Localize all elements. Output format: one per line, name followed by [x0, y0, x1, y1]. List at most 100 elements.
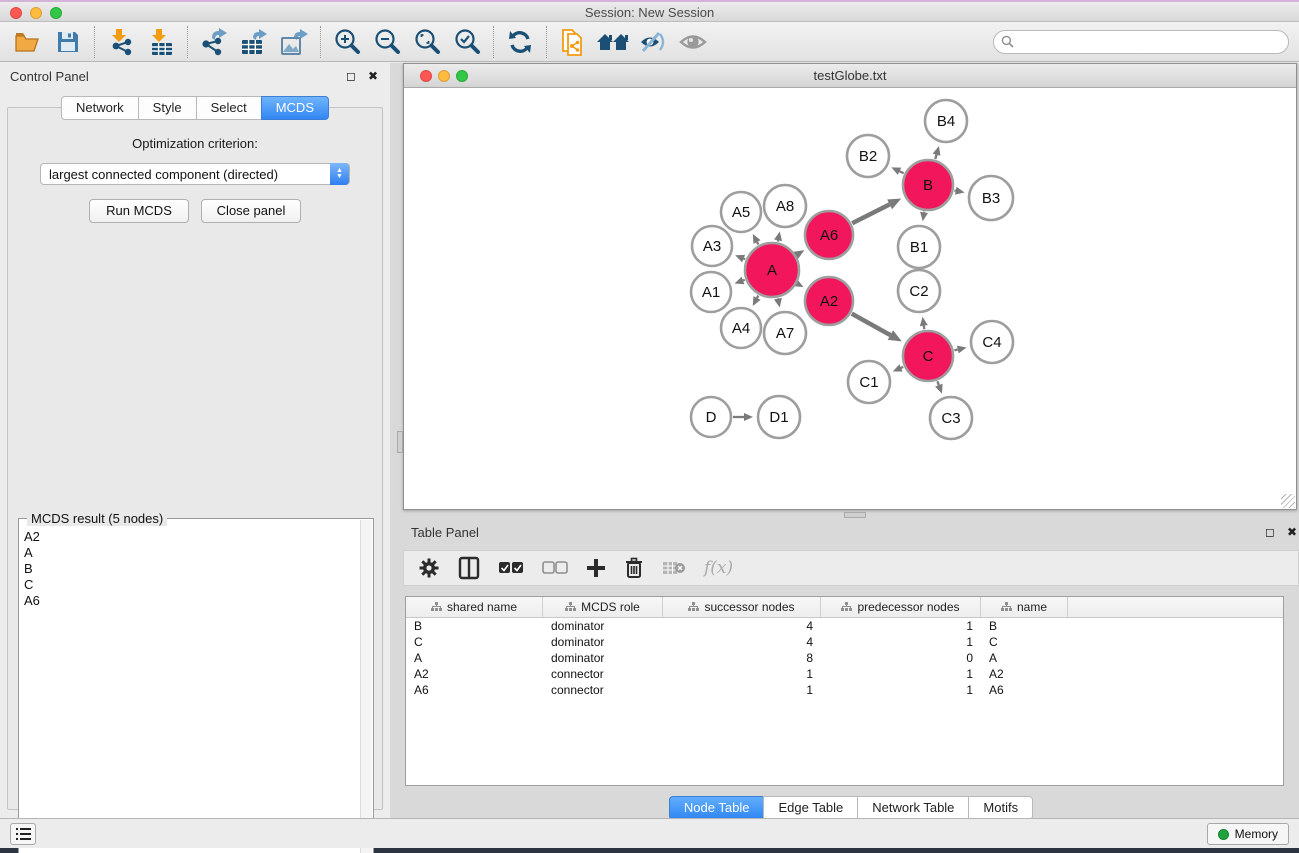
column-header-shared-name[interactable]: shared name [406, 597, 543, 617]
table-cell[interactable]: A [406, 651, 543, 665]
table-row[interactable]: Adominator80A [406, 650, 1283, 666]
graph-node-A3[interactable]: A3 [692, 226, 732, 266]
save-session-button[interactable] [48, 25, 88, 59]
tab-network[interactable]: Network [61, 96, 138, 120]
memory-button[interactable]: Memory [1207, 823, 1289, 845]
table-settings-button[interactable] [418, 553, 440, 583]
graph-node-D1[interactable]: D1 [758, 396, 800, 438]
delete-table-button[interactable] [662, 553, 686, 583]
table-cell[interactable]: 1 [821, 683, 981, 697]
tab-node-table[interactable]: Node Table [669, 796, 764, 820]
column-header-name[interactable]: name [981, 597, 1068, 617]
unselect-all-button[interactable] [542, 553, 568, 583]
tab-style[interactable]: Style [138, 96, 196, 120]
graph-node-C1[interactable]: C1 [848, 361, 890, 403]
table-cell[interactable]: 0 [821, 651, 981, 665]
home-button[interactable] [593, 25, 633, 59]
graph-node-D[interactable]: D [691, 397, 731, 437]
open-file-button[interactable] [8, 25, 48, 59]
table-row[interactable]: A6connector11A6 [406, 682, 1283, 698]
network-canvas[interactable]: AA6A2BCA5A8A3A1A4A7B2B4B3B1C2C4C1C3DD1 [404, 88, 1296, 509]
zoom-out-button[interactable] [367, 25, 407, 59]
zoom-selected-button[interactable] [447, 25, 487, 59]
divider-handle[interactable] [397, 431, 403, 453]
column-header-predecessor-nodes[interactable]: predecessor nodes [821, 597, 981, 617]
close-table-panel-icon[interactable]: ✖ [1285, 525, 1299, 539]
graph-edge-A-A3[interactable] [744, 259, 746, 260]
export-table-button[interactable] [234, 25, 274, 59]
divider-handle[interactable] [844, 512, 866, 518]
table-cell[interactable]: connector [543, 667, 663, 681]
import-table-button[interactable] [141, 25, 181, 59]
show-graphics-button[interactable] [673, 25, 713, 59]
graph-edge-B-B2[interactable] [900, 171, 904, 173]
graph-edge-B-B4[interactable] [935, 155, 936, 159]
graph-node-B3[interactable]: B3 [969, 176, 1013, 220]
table-cell[interactable]: A [981, 651, 1068, 665]
graph-node-B2[interactable]: B2 [847, 135, 889, 177]
graph-edge-A-A1[interactable] [743, 280, 745, 281]
table-cell[interactable]: C [406, 635, 543, 649]
select-all-button[interactable] [498, 553, 524, 583]
import-network-button[interactable] [101, 25, 141, 59]
show-columns-button[interactable] [458, 553, 480, 583]
table-cell[interactable]: B [406, 619, 543, 633]
graph-edge-A2-C[interactable] [852, 314, 891, 335]
float-panel-icon[interactable]: ◻ [344, 69, 358, 83]
table-cell[interactable]: 1 [821, 667, 981, 681]
tab-motifs[interactable]: Motifs [968, 796, 1033, 820]
graph-node-A6[interactable]: A6 [805, 211, 853, 259]
criterion-select[interactable]: largest connected component (directed) ▲… [40, 163, 350, 185]
table-cell[interactable]: C [981, 635, 1068, 649]
close-panel-button[interactable]: Close panel [201, 199, 301, 223]
tab-edge-table[interactable]: Edge Table [763, 796, 857, 820]
graph-node-A[interactable]: A [745, 243, 799, 297]
table-cell[interactable]: 1 [663, 683, 821, 697]
graph-node-A8[interactable]: A8 [764, 185, 806, 227]
graph-node-A7[interactable]: A7 [764, 312, 806, 354]
result-item[interactable]: C [24, 577, 360, 593]
column-header-successor-nodes[interactable]: successor nodes [663, 597, 821, 617]
hide-graphics-button[interactable] [633, 25, 673, 59]
result-item[interactable]: A6 [24, 593, 360, 609]
table-cell[interactable]: 4 [663, 635, 821, 649]
graph-edge-C-C4[interactable] [954, 349, 957, 350]
graph-node-C2[interactable]: C2 [898, 270, 940, 312]
result-scrollbar[interactable] [360, 520, 372, 853]
graph-node-C3[interactable]: C3 [930, 397, 972, 439]
graph-edge-A-A5[interactable] [757, 242, 758, 244]
result-item[interactable]: B [24, 561, 360, 577]
graph-node-B[interactable]: B [903, 160, 953, 210]
tab-mcds[interactable]: MCDS [261, 96, 329, 120]
table-cell[interactable]: dominator [543, 651, 663, 665]
table-cell[interactable]: B [981, 619, 1068, 633]
graph-node-A2[interactable]: A2 [805, 277, 853, 325]
float-table-panel-icon[interactable]: ◻ [1263, 525, 1277, 539]
function-builder-button[interactable]: f(x) [704, 553, 733, 583]
graph-node-A4[interactable]: A4 [721, 308, 761, 348]
table-cell[interactable]: 4 [663, 619, 821, 633]
run-mcds-button[interactable]: Run MCDS [89, 199, 189, 223]
table-cell[interactable]: 1 [821, 619, 981, 633]
graph-node-A5[interactable]: A5 [721, 192, 761, 232]
table-row[interactable]: Bdominator41B [406, 618, 1283, 634]
table-row[interactable]: Cdominator41C [406, 634, 1283, 650]
delete-column-button[interactable] [624, 553, 644, 583]
graph-node-B1[interactable]: B1 [898, 226, 940, 268]
table-cell[interactable]: A2 [406, 667, 543, 681]
resize-grip[interactable] [1281, 494, 1295, 508]
graph-node-A1[interactable]: A1 [691, 272, 731, 312]
table-cell[interactable]: A6 [981, 683, 1068, 697]
table-cell[interactable]: connector [543, 683, 663, 697]
zoom-fit-button[interactable] [407, 25, 447, 59]
zoom-in-button[interactable] [327, 25, 367, 59]
graph-edge-C-C3[interactable] [937, 381, 938, 385]
tab-select[interactable]: Select [196, 96, 261, 120]
tab-network-table[interactable]: Network Table [857, 796, 968, 820]
table-cell[interactable]: A6 [406, 683, 543, 697]
graph-edge-A6-B[interactable] [852, 204, 889, 223]
refresh-button[interactable] [500, 25, 540, 59]
mcds-result-list[interactable]: A2ABCA6 [20, 525, 360, 853]
table-cell[interactable]: 8 [663, 651, 821, 665]
table-cell[interactable]: 1 [663, 667, 821, 681]
